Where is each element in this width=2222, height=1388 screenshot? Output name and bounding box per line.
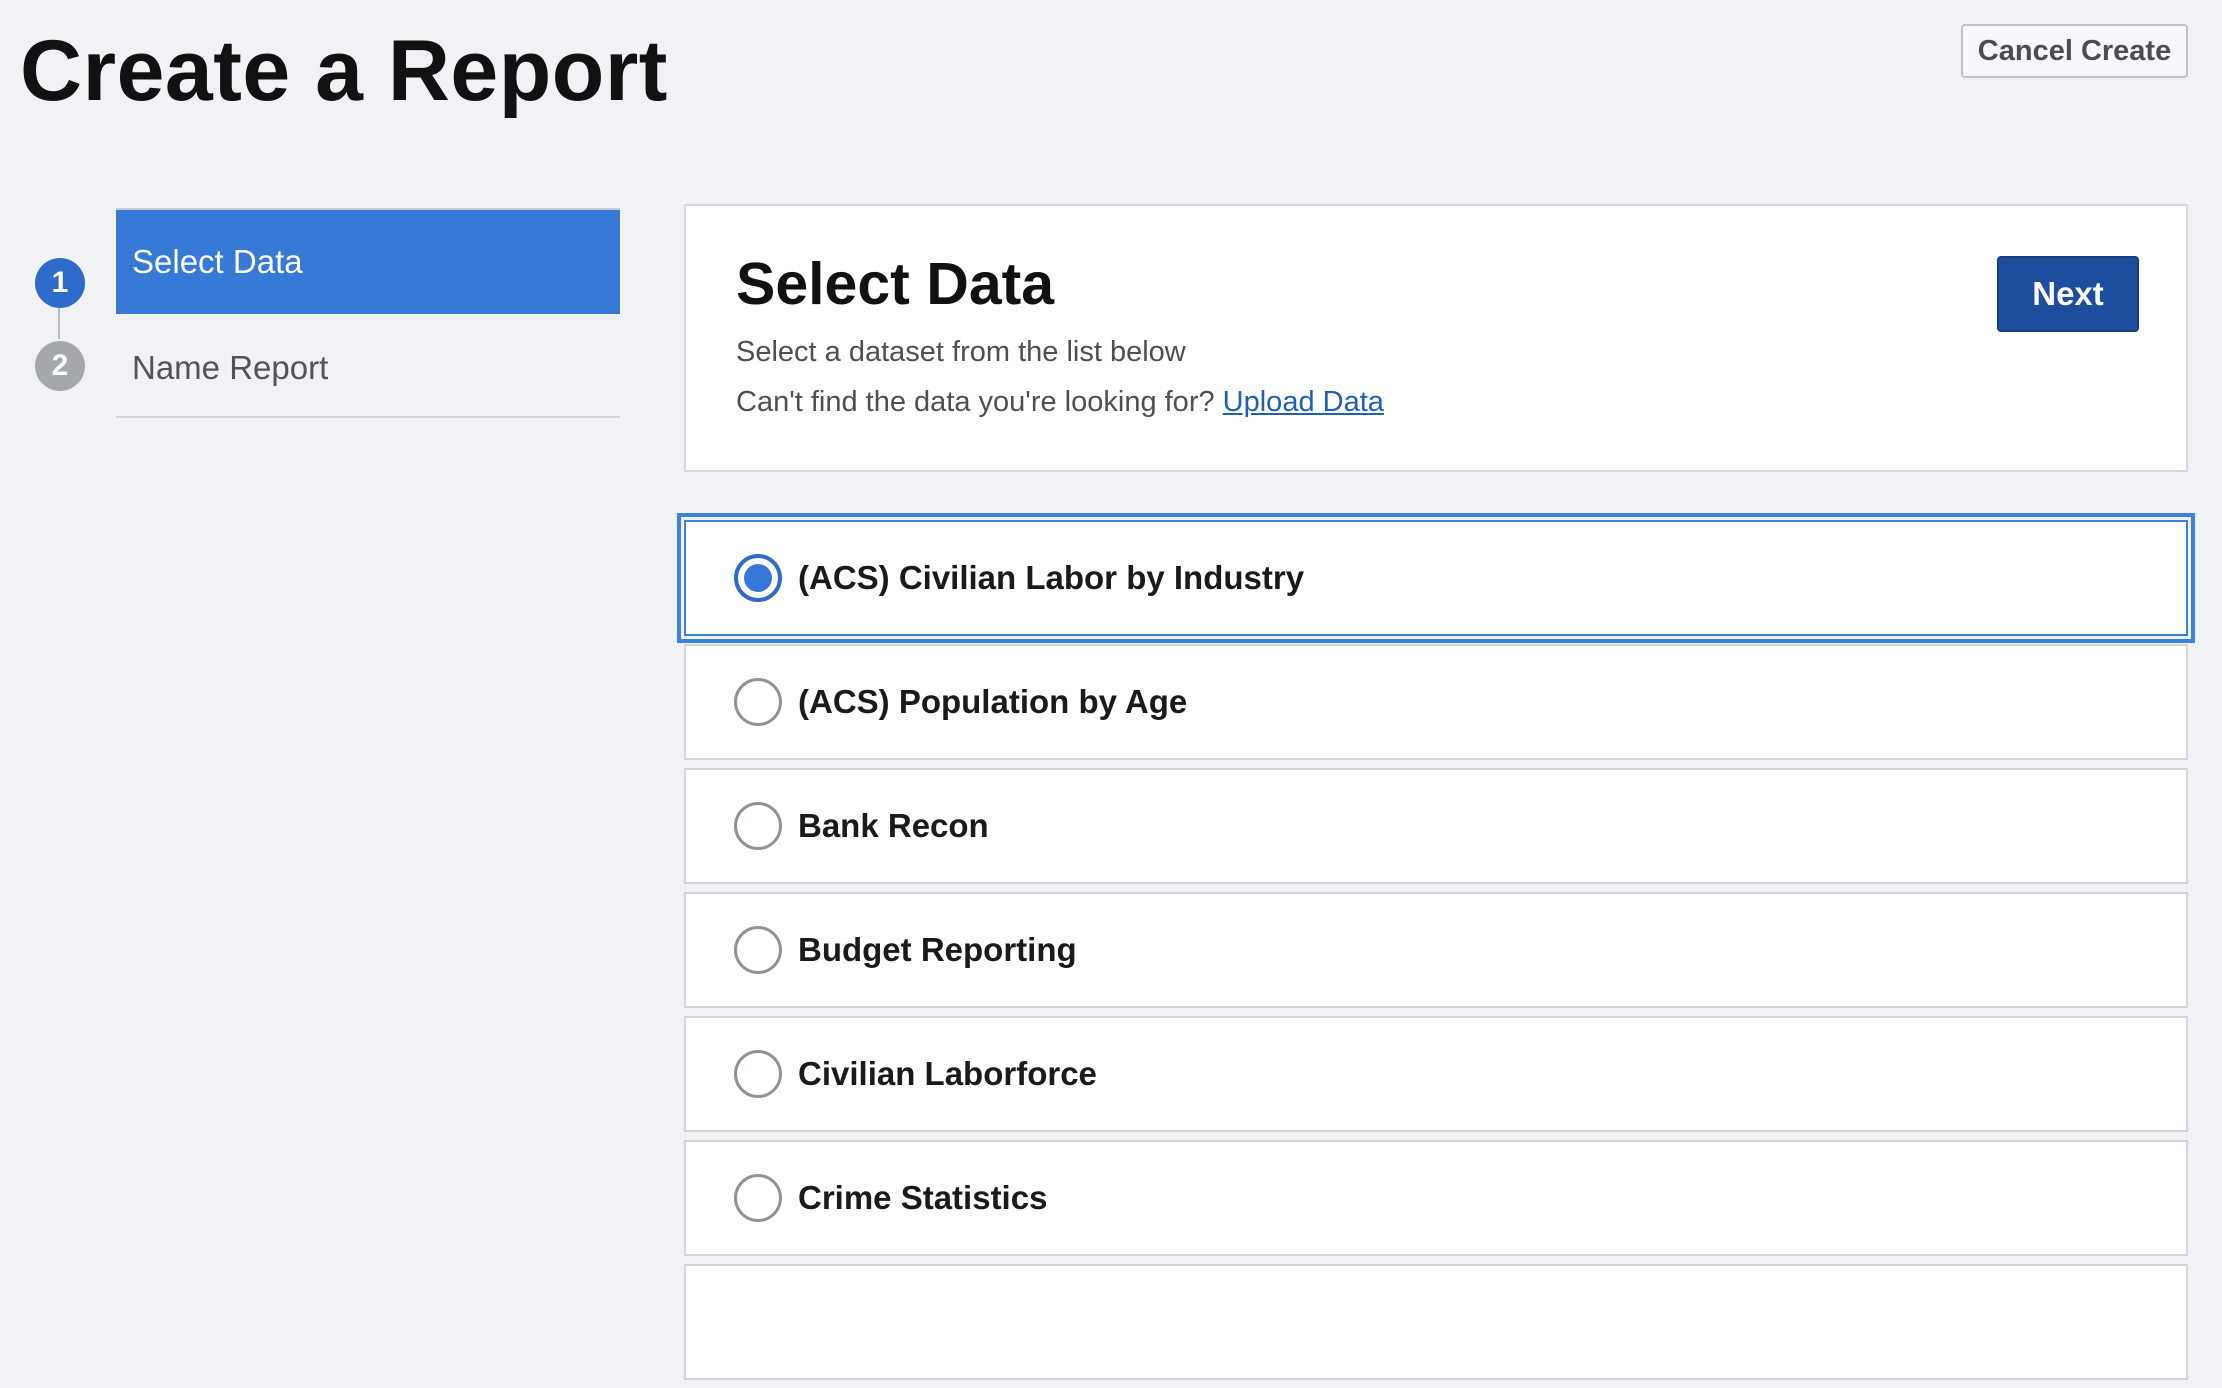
step-label: Name Report (132, 349, 329, 386)
radio-button[interactable] (734, 678, 782, 726)
dataset-label: Civilian Laborforce (798, 1055, 1097, 1092)
step-select-data[interactable]: Select Data (116, 208, 620, 314)
help-text: Can't find the data you're looking for? (736, 386, 1215, 418)
create-report-page: Create a Report Cancel Create 1 Select D… (0, 0, 2222, 1380)
dataset-label: Crime Statistics (798, 1179, 1048, 1216)
dataset-label: (ACS) Civilian Labor by Industry (798, 559, 1305, 596)
step-label: Select Data (132, 243, 303, 280)
radio-button[interactable] (734, 1050, 782, 1098)
dataset-label: Budget Reporting (798, 931, 1077, 968)
section-title: Select Data (736, 251, 1055, 317)
dataset-label: (ACS) Population by Age (798, 683, 1188, 720)
radio-button-selected[interactable] (734, 554, 782, 602)
radio-button[interactable] (734, 1174, 782, 1222)
dataset-list: (ACS) Civilian Labor by Industry (ACS) P… (677, 513, 2195, 1388)
dataset-option-partial[interactable] (684, 1264, 2188, 1380)
report-stepper: 1 Select Data 2 Name Report (0, 204, 640, 424)
radio-button[interactable] (734, 926, 782, 974)
radio-button[interactable] (734, 802, 782, 850)
upload-help-text: Can't find the data you're looking for? … (736, 386, 1384, 419)
cancel-create-button[interactable]: Cancel Create (1961, 24, 2188, 78)
select-data-header-card: Select Data Select a dataset from the li… (684, 204, 2188, 472)
step-name-report[interactable]: Name Report (116, 320, 620, 418)
page-title: Create a Report (20, 23, 668, 119)
dataset-option-bank-recon[interactable]: Bank Recon (684, 768, 2188, 884)
dataset-option-crime-statistics[interactable]: Crime Statistics (684, 1140, 2188, 1256)
dataset-option-civilian-laborforce[interactable]: Civilian Laborforce (684, 1016, 2188, 1132)
dataset-option-acs-civilian-labor[interactable]: (ACS) Civilian Labor by Industry (677, 513, 2195, 643)
section-subtitle: Select a dataset from the list below (736, 336, 1186, 368)
dataset-option-acs-population-by-age[interactable]: (ACS) Population by Age (684, 644, 2188, 760)
dataset-label: Bank Recon (798, 807, 989, 844)
upload-data-link[interactable]: Upload Data (1223, 386, 1384, 418)
dataset-option-budget-reporting[interactable]: Budget Reporting (684, 892, 2188, 1008)
step-1-number-badge: 1 (35, 258, 85, 308)
step-2-number-badge: 2 (35, 341, 85, 391)
next-button[interactable]: Next (1997, 256, 2139, 332)
